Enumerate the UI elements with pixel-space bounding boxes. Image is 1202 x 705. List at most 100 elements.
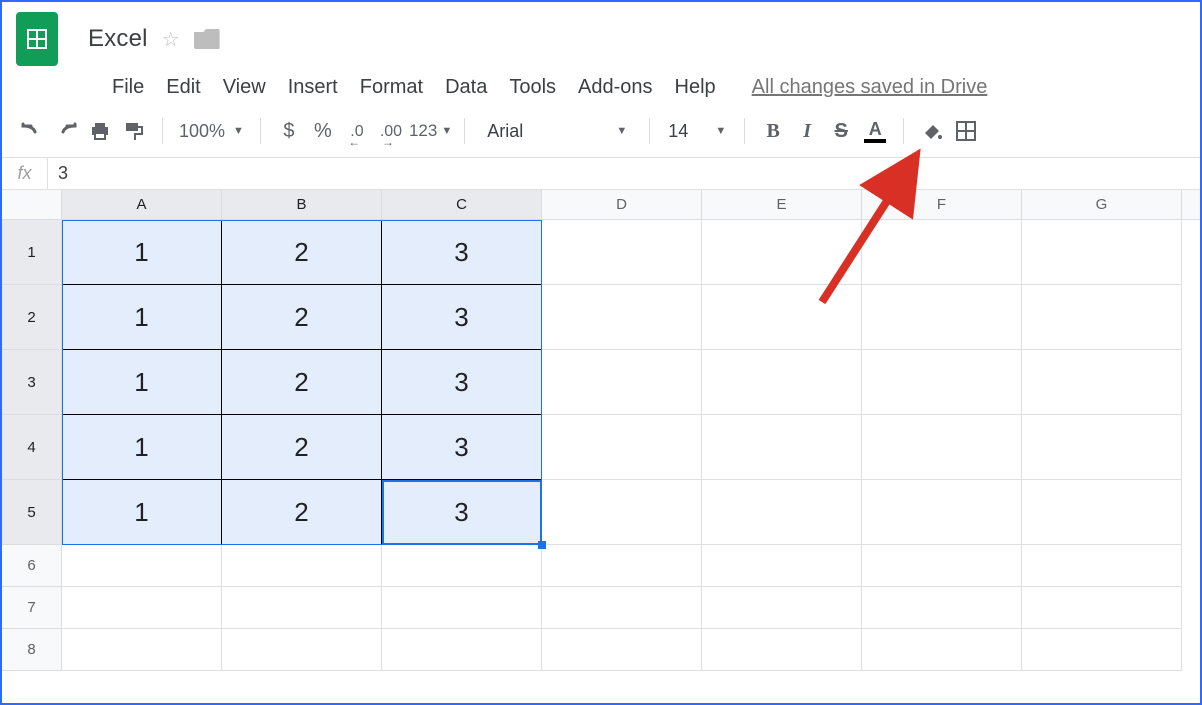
currency-button[interactable]: $: [273, 115, 305, 147]
cell-B5[interactable]: 2: [222, 480, 382, 545]
column-header-G[interactable]: G: [1022, 190, 1182, 219]
menu-file[interactable]: File: [112, 76, 144, 99]
cell-B4[interactable]: 2: [222, 415, 382, 480]
cell-G5[interactable]: [1022, 480, 1182, 545]
cell-F1[interactable]: [862, 220, 1022, 285]
print-button[interactable]: [84, 115, 116, 147]
row-header-2[interactable]: 2: [2, 285, 62, 350]
bold-button[interactable]: B: [757, 115, 789, 147]
cell-A2[interactable]: 1: [62, 285, 222, 350]
formula-input[interactable]: 3: [48, 163, 68, 184]
column-header-E[interactable]: E: [702, 190, 862, 219]
cell-E8[interactable]: [702, 629, 862, 671]
more-formats-dropdown[interactable]: 123 ▼: [409, 115, 452, 147]
cell-D4[interactable]: [542, 415, 702, 480]
cell-E5[interactable]: [702, 480, 862, 545]
cell-F3[interactable]: [862, 350, 1022, 415]
cell-B6[interactable]: [222, 545, 382, 587]
fill-color-button[interactable]: [916, 115, 948, 147]
cell-A7[interactable]: [62, 587, 222, 629]
redo-button[interactable]: [50, 115, 82, 147]
cell-F6[interactable]: [862, 545, 1022, 587]
cell-C3[interactable]: 3: [382, 350, 542, 415]
cell-C8[interactable]: [382, 629, 542, 671]
cell-C2[interactable]: 3: [382, 285, 542, 350]
row-header-4[interactable]: 4: [2, 415, 62, 480]
menu-insert[interactable]: Insert: [288, 76, 338, 99]
cell-B2[interactable]: 2: [222, 285, 382, 350]
cell-D6[interactable]: [542, 545, 702, 587]
paint-format-button[interactable]: [118, 115, 150, 147]
cell-F2[interactable]: [862, 285, 1022, 350]
cell-G6[interactable]: [1022, 545, 1182, 587]
column-header-F[interactable]: F: [862, 190, 1022, 219]
row-header-5[interactable]: 5: [2, 480, 62, 545]
cell-B8[interactable]: [222, 629, 382, 671]
cell-F8[interactable]: [862, 629, 1022, 671]
menu-data[interactable]: Data: [445, 76, 487, 99]
column-header-A[interactable]: A: [62, 190, 222, 219]
column-header-B[interactable]: B: [222, 190, 382, 219]
cell-D5[interactable]: [542, 480, 702, 545]
cell-D3[interactable]: [542, 350, 702, 415]
cell-C6[interactable]: [382, 545, 542, 587]
menu-format[interactable]: Format: [360, 76, 423, 99]
row-header-3[interactable]: 3: [2, 350, 62, 415]
column-header-D[interactable]: D: [542, 190, 702, 219]
cell-D1[interactable]: [542, 220, 702, 285]
cell-G3[interactable]: [1022, 350, 1182, 415]
menu-tools[interactable]: Tools: [509, 76, 556, 99]
cell-A3[interactable]: 1: [62, 350, 222, 415]
folder-icon[interactable]: [194, 29, 220, 49]
cell-C7[interactable]: [382, 587, 542, 629]
cell-E4[interactable]: [702, 415, 862, 480]
cell-E7[interactable]: [702, 587, 862, 629]
select-all-corner[interactable]: [2, 190, 62, 219]
menu-view[interactable]: View: [223, 76, 266, 99]
cell-E2[interactable]: [702, 285, 862, 350]
font-family-dropdown[interactable]: Arial ▼: [477, 116, 637, 146]
zoom-dropdown[interactable]: 100% ▼: [175, 115, 248, 147]
cell-E1[interactable]: [702, 220, 862, 285]
cell-E6[interactable]: [702, 545, 862, 587]
cell-A4[interactable]: 1: [62, 415, 222, 480]
cell-D8[interactable]: [542, 629, 702, 671]
cell-E3[interactable]: [702, 350, 862, 415]
borders-button[interactable]: [950, 115, 982, 147]
cell-B7[interactable]: [222, 587, 382, 629]
row-header-6[interactable]: 6: [2, 545, 62, 587]
decrease-decimal-button[interactable]: .0 ←: [341, 115, 373, 147]
text-color-button[interactable]: A: [859, 115, 891, 147]
cell-C5[interactable]: 3: [382, 480, 542, 545]
cell-B1[interactable]: 2: [222, 220, 382, 285]
cell-G4[interactable]: [1022, 415, 1182, 480]
row-header-7[interactable]: 7: [2, 587, 62, 629]
menu-addons[interactable]: Add-ons: [578, 76, 653, 99]
cell-A6[interactable]: [62, 545, 222, 587]
cell-G2[interactable]: [1022, 285, 1182, 350]
cell-G1[interactable]: [1022, 220, 1182, 285]
cell-F7[interactable]: [862, 587, 1022, 629]
cell-C1[interactable]: 3: [382, 220, 542, 285]
increase-decimal-button[interactable]: .00 →: [375, 115, 407, 147]
cell-C4[interactable]: 3: [382, 415, 542, 480]
cell-G7[interactable]: [1022, 587, 1182, 629]
cell-D2[interactable]: [542, 285, 702, 350]
cell-A8[interactable]: [62, 629, 222, 671]
cell-F4[interactable]: [862, 415, 1022, 480]
italic-button[interactable]: I: [791, 115, 823, 147]
strikethrough-button[interactable]: S: [825, 115, 857, 147]
cell-B3[interactable]: 2: [222, 350, 382, 415]
column-header-C[interactable]: C: [382, 190, 542, 219]
font-size-dropdown[interactable]: 14 ▼: [662, 116, 732, 146]
row-header-1[interactable]: 1: [2, 220, 62, 285]
cell-G8[interactable]: [1022, 629, 1182, 671]
cell-A5[interactable]: 1: [62, 480, 222, 545]
doc-title[interactable]: Excel: [88, 25, 148, 53]
menu-edit[interactable]: Edit: [166, 76, 200, 99]
row-header-8[interactable]: 8: [2, 629, 62, 671]
star-icon[interactable]: ☆: [162, 27, 180, 52]
undo-button[interactable]: [16, 115, 48, 147]
menu-help[interactable]: Help: [675, 76, 716, 99]
percent-button[interactable]: %: [307, 115, 339, 147]
